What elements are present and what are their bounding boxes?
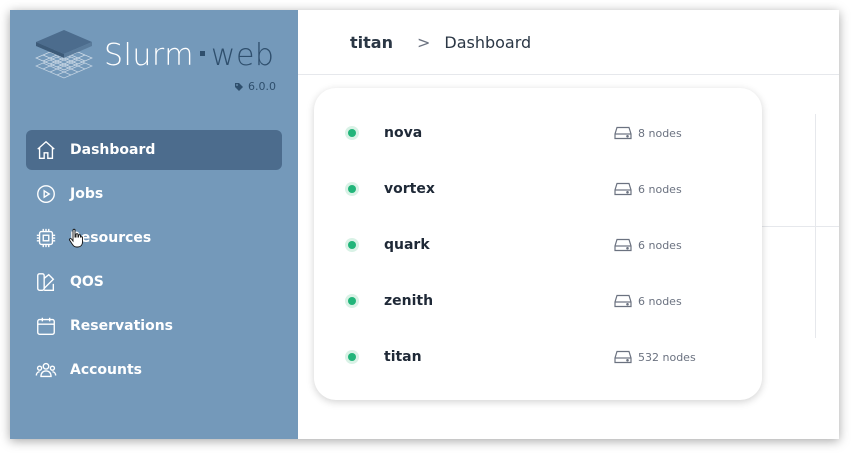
users-icon bbox=[34, 358, 58, 382]
node-count-text: 6 nodes bbox=[638, 238, 682, 252]
server-icon bbox=[614, 182, 632, 196]
swatch-icon bbox=[34, 270, 58, 294]
list-item[interactable]: zenith 6 nodes bbox=[314, 273, 762, 329]
cpu-icon bbox=[34, 226, 58, 250]
sidebar-item-label: Dashboard bbox=[70, 142, 156, 158]
status-dot bbox=[348, 185, 356, 193]
list-item[interactable]: quark 6 nodes bbox=[314, 217, 762, 273]
node-count: 6 nodes bbox=[614, 238, 682, 252]
divider bbox=[762, 226, 839, 227]
home-icon bbox=[34, 138, 58, 162]
sidebar-item-dashboard[interactable]: Dashboard bbox=[26, 130, 282, 170]
slurm-logo-icon bbox=[35, 30, 93, 79]
node-count-text: 6 nodes bbox=[638, 182, 682, 196]
breadcrumb: titan > Dashboard bbox=[298, 10, 839, 75]
tag-icon bbox=[235, 82, 243, 91]
version-badge: 6.0.0 bbox=[234, 80, 276, 93]
node-count-text: 8 nodes bbox=[638, 126, 682, 140]
cluster-name: titan bbox=[384, 349, 422, 365]
breadcrumb-cluster-link[interactable]: titan bbox=[350, 33, 393, 52]
cluster-name: vortex bbox=[384, 181, 435, 197]
sidebar-item-label: Reservations bbox=[70, 318, 173, 334]
chevron-right-icon: > bbox=[416, 32, 431, 52]
clusters-list: nova 8 nodes vortex 6 nodes quark 6 node… bbox=[314, 88, 762, 400]
calendar-icon bbox=[34, 314, 58, 338]
sidebar-item-label: Jobs bbox=[70, 186, 104, 202]
node-count: 6 nodes bbox=[614, 294, 682, 308]
server-icon bbox=[614, 350, 632, 364]
list-item[interactable]: vortex 6 nodes bbox=[314, 161, 762, 217]
status-dot bbox=[348, 241, 356, 249]
sidebar-item-jobs[interactable]: Jobs bbox=[26, 174, 282, 214]
list-item[interactable]: nova 8 nodes bbox=[314, 105, 762, 161]
cluster-name: nova bbox=[384, 125, 423, 141]
sidebar-nav: Dashboard Jobs Resources QOS Reservation… bbox=[26, 130, 282, 394]
sidebar-item-resources[interactable]: Resources bbox=[26, 218, 282, 258]
node-count: 8 nodes bbox=[614, 126, 682, 140]
app-logo-text: Slurm web bbox=[104, 38, 275, 73]
cluster-name: quark bbox=[384, 237, 430, 253]
status-dot bbox=[348, 129, 356, 137]
page-title: Dashboard bbox=[444, 32, 532, 52]
status-dot bbox=[348, 353, 356, 361]
node-count-text: 532 nodes bbox=[638, 350, 696, 364]
sidebar-item-label: QOS bbox=[70, 274, 104, 290]
list-item[interactable]: titan 532 nodes bbox=[314, 329, 762, 385]
status-dot bbox=[348, 297, 356, 305]
sidebar-item-accounts[interactable]: Accounts bbox=[26, 350, 282, 390]
sidebar: Slurm web 6.0.0 Dashboard Jobs Resources… bbox=[10, 10, 298, 439]
mouse-cursor-icon bbox=[68, 228, 83, 248]
node-count: 6 nodes bbox=[614, 182, 682, 196]
cluster-name: zenith bbox=[384, 293, 434, 309]
app-window: Slurm web 6.0.0 Dashboard Jobs Resources… bbox=[10, 10, 839, 439]
server-icon bbox=[614, 238, 632, 252]
sidebar-item-qos[interactable]: QOS bbox=[26, 262, 282, 302]
node-count-text: 6 nodes bbox=[638, 294, 682, 308]
play-circle-icon bbox=[34, 182, 58, 206]
sidebar-item-label: Accounts bbox=[70, 362, 143, 378]
server-icon bbox=[614, 294, 632, 308]
sidebar-item-reservations[interactable]: Reservations bbox=[26, 306, 282, 346]
version-text: 6.0.0 bbox=[248, 80, 276, 93]
node-count: 532 nodes bbox=[614, 350, 696, 364]
server-icon bbox=[614, 126, 632, 140]
